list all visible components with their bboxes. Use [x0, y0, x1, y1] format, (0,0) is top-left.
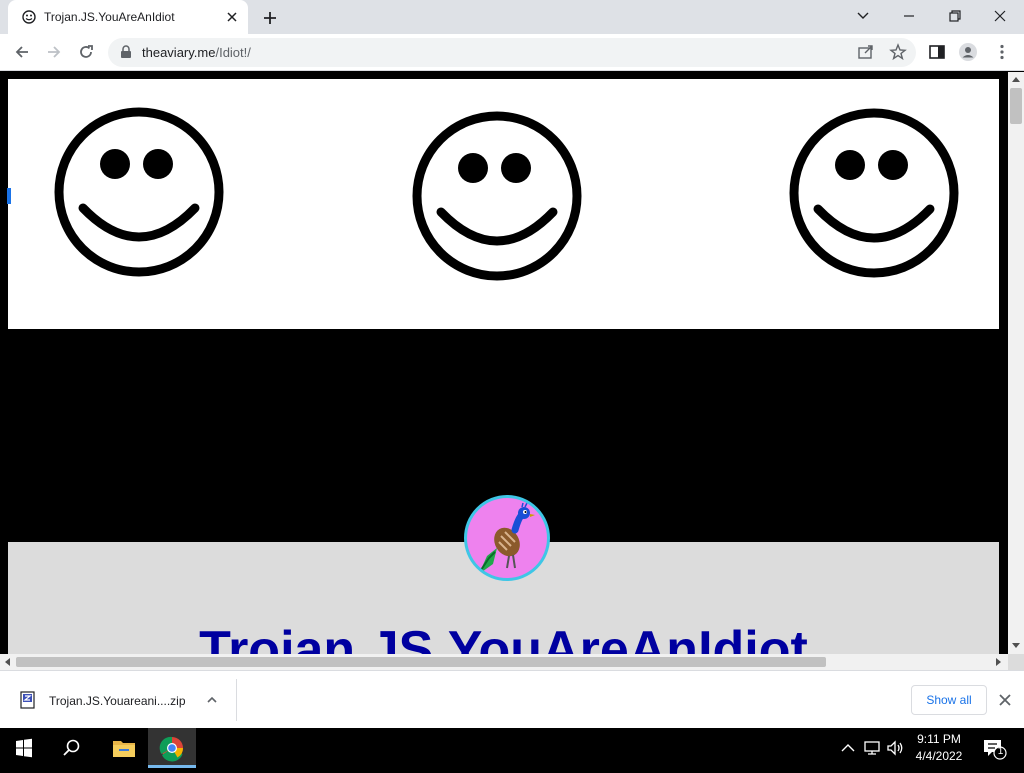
side-panel-icon[interactable] [927, 42, 947, 62]
smiley-face-icon [789, 108, 959, 278]
peacock-icon [479, 502, 535, 574]
address-bar[interactable]: theaviary.me/Idiot!/ [108, 38, 916, 67]
clock-date: 4/4/2022 [915, 749, 963, 763]
profile-icon[interactable] [958, 42, 978, 62]
volume-icon[interactable] [885, 738, 905, 758]
folder-icon[interactable] [104, 732, 144, 764]
notification-center-button[interactable]: 1 [980, 736, 1008, 760]
close-icon[interactable] [986, 4, 1014, 28]
forward-arrow-icon[interactable] [44, 42, 64, 62]
smiley-favicon-icon [22, 10, 36, 24]
chrome-icon [159, 736, 183, 762]
horizontal-scroll-thumb[interactable] [16, 657, 826, 667]
divider [236, 679, 237, 721]
zip-file-icon[interactable] [20, 691, 36, 709]
close-icon[interactable] [224, 9, 240, 25]
kebab-menu-icon[interactable] [992, 42, 1012, 62]
url-domain: theaviary.me [142, 45, 216, 60]
page-viewport[interactable]: Trojan.JS.YouAreAnIdiot [0, 72, 1008, 654]
page-title: Trojan.JS.YouAreAnIdiot [199, 621, 808, 654]
url-path: /Idiot!/ [215, 45, 251, 60]
peacock-avatar [464, 495, 550, 581]
scroll-down-arrow-icon[interactable] [1012, 643, 1020, 648]
chrome-taskbar-button[interactable] [148, 728, 196, 768]
download-shelf: Trojan.JS.Youareani....zip Show all [0, 670, 1024, 728]
tab-active[interactable]: Trojan.JS.YouAreAnIdiot [8, 0, 248, 34]
vertical-scrollbar[interactable] [1008, 72, 1024, 654]
plus-icon[interactable] [260, 8, 280, 28]
scroll-left-arrow-icon[interactable] [5, 658, 10, 666]
smiley-banner [8, 79, 999, 329]
share-icon[interactable] [856, 42, 876, 62]
close-icon[interactable] [998, 693, 1012, 707]
lock-icon[interactable] [120, 45, 132, 59]
minimize-icon[interactable] [895, 4, 923, 28]
search-icon[interactable] [58, 736, 86, 760]
tab-title: Trojan.JS.YouAreAnIdiot [44, 10, 175, 24]
chevron-down-icon[interactable] [849, 4, 877, 28]
focus-marker [7, 188, 11, 204]
browser-toolbar: theaviary.me/Idiot!/ [0, 34, 1024, 71]
chevron-up-icon[interactable] [205, 693, 219, 707]
clock-time: 9:11 PM [917, 732, 961, 746]
download-filename[interactable]: Trojan.JS.Youareani....zip [49, 694, 186, 708]
notification-count: 1 [997, 746, 1004, 757]
smiley-face-icon [54, 107, 224, 277]
chevron-up-icon[interactable] [838, 738, 858, 758]
back-arrow-icon[interactable] [12, 42, 32, 62]
scroll-up-arrow-icon[interactable] [1012, 77, 1020, 82]
smiley-face-icon [412, 111, 582, 281]
windows-logo-icon[interactable] [8, 736, 40, 760]
network-icon[interactable] [862, 738, 882, 758]
horizontal-scrollbar[interactable] [0, 654, 1008, 670]
url-text: theaviary.me/Idiot!/ [142, 45, 251, 60]
scroll-right-arrow-icon[interactable] [996, 658, 1001, 666]
scrollbar-corner [1008, 654, 1024, 670]
windows-taskbar: 9:11 PM 4/4/2022 1 [0, 728, 1024, 768]
reload-icon[interactable] [76, 42, 96, 62]
star-icon[interactable] [888, 42, 908, 62]
tab-strip: Trojan.JS.YouAreAnIdiot [0, 0, 1024, 34]
show-all-button[interactable]: Show all [911, 685, 987, 715]
vertical-scroll-thumb[interactable] [1010, 88, 1022, 124]
taskbar-clock[interactable]: 9:11 PM 4/4/2022 [908, 731, 970, 765]
restore-icon[interactable] [941, 4, 969, 28]
